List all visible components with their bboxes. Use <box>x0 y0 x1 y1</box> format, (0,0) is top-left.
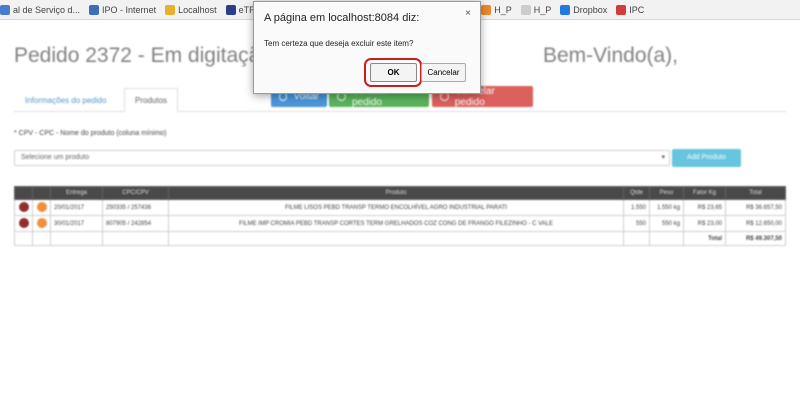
bookmark-icon <box>520 4 531 15</box>
bookmark-label: IPC <box>629 4 645 15</box>
bookmark-label: Dropbox <box>573 4 608 15</box>
ok-button[interactable]: OK <box>370 63 417 82</box>
close-icon[interactable]: × <box>462 8 474 20</box>
bookmark-item[interactable]: IPO - Internet <box>89 4 157 15</box>
bookmark-icon <box>0 4 10 15</box>
bookmark-icon <box>481 4 492 15</box>
bookmark-item[interactable]: Dropbox <box>560 4 608 15</box>
confirm-dialog: A página em localhost:8084 diz: × Tem ce… <box>253 1 481 94</box>
bookmark-label: H_P <box>533 4 552 15</box>
bookmark-item[interactable]: al de Serviço d... <box>0 4 81 15</box>
cancel-button[interactable]: Cancelar <box>421 63 466 82</box>
bookmark-label: Localhost <box>178 4 217 15</box>
bookmark-label: IPO - Internet <box>102 4 157 15</box>
bookmark-item[interactable]: IPC <box>616 4 645 15</box>
bookmark-icon <box>225 4 236 15</box>
bookmark-label: al de Serviço d... <box>13 4 81 15</box>
bookmark-item[interactable]: H_P <box>481 4 512 15</box>
dialog-message: Tem certeza que deseja excluir este item… <box>264 39 414 48</box>
bookmark-icon <box>560 4 571 15</box>
bookmark-item[interactable]: H_P <box>520 4 552 15</box>
bookmark-icon <box>89 4 100 15</box>
dialog-title: A página em localhost:8084 diz: <box>264 12 420 24</box>
bookmark-item[interactable]: Localhost <box>165 4 217 15</box>
bookmark-label: H_P <box>494 4 512 15</box>
bookmark-icon <box>165 4 176 15</box>
bookmark-icon <box>616 4 627 15</box>
